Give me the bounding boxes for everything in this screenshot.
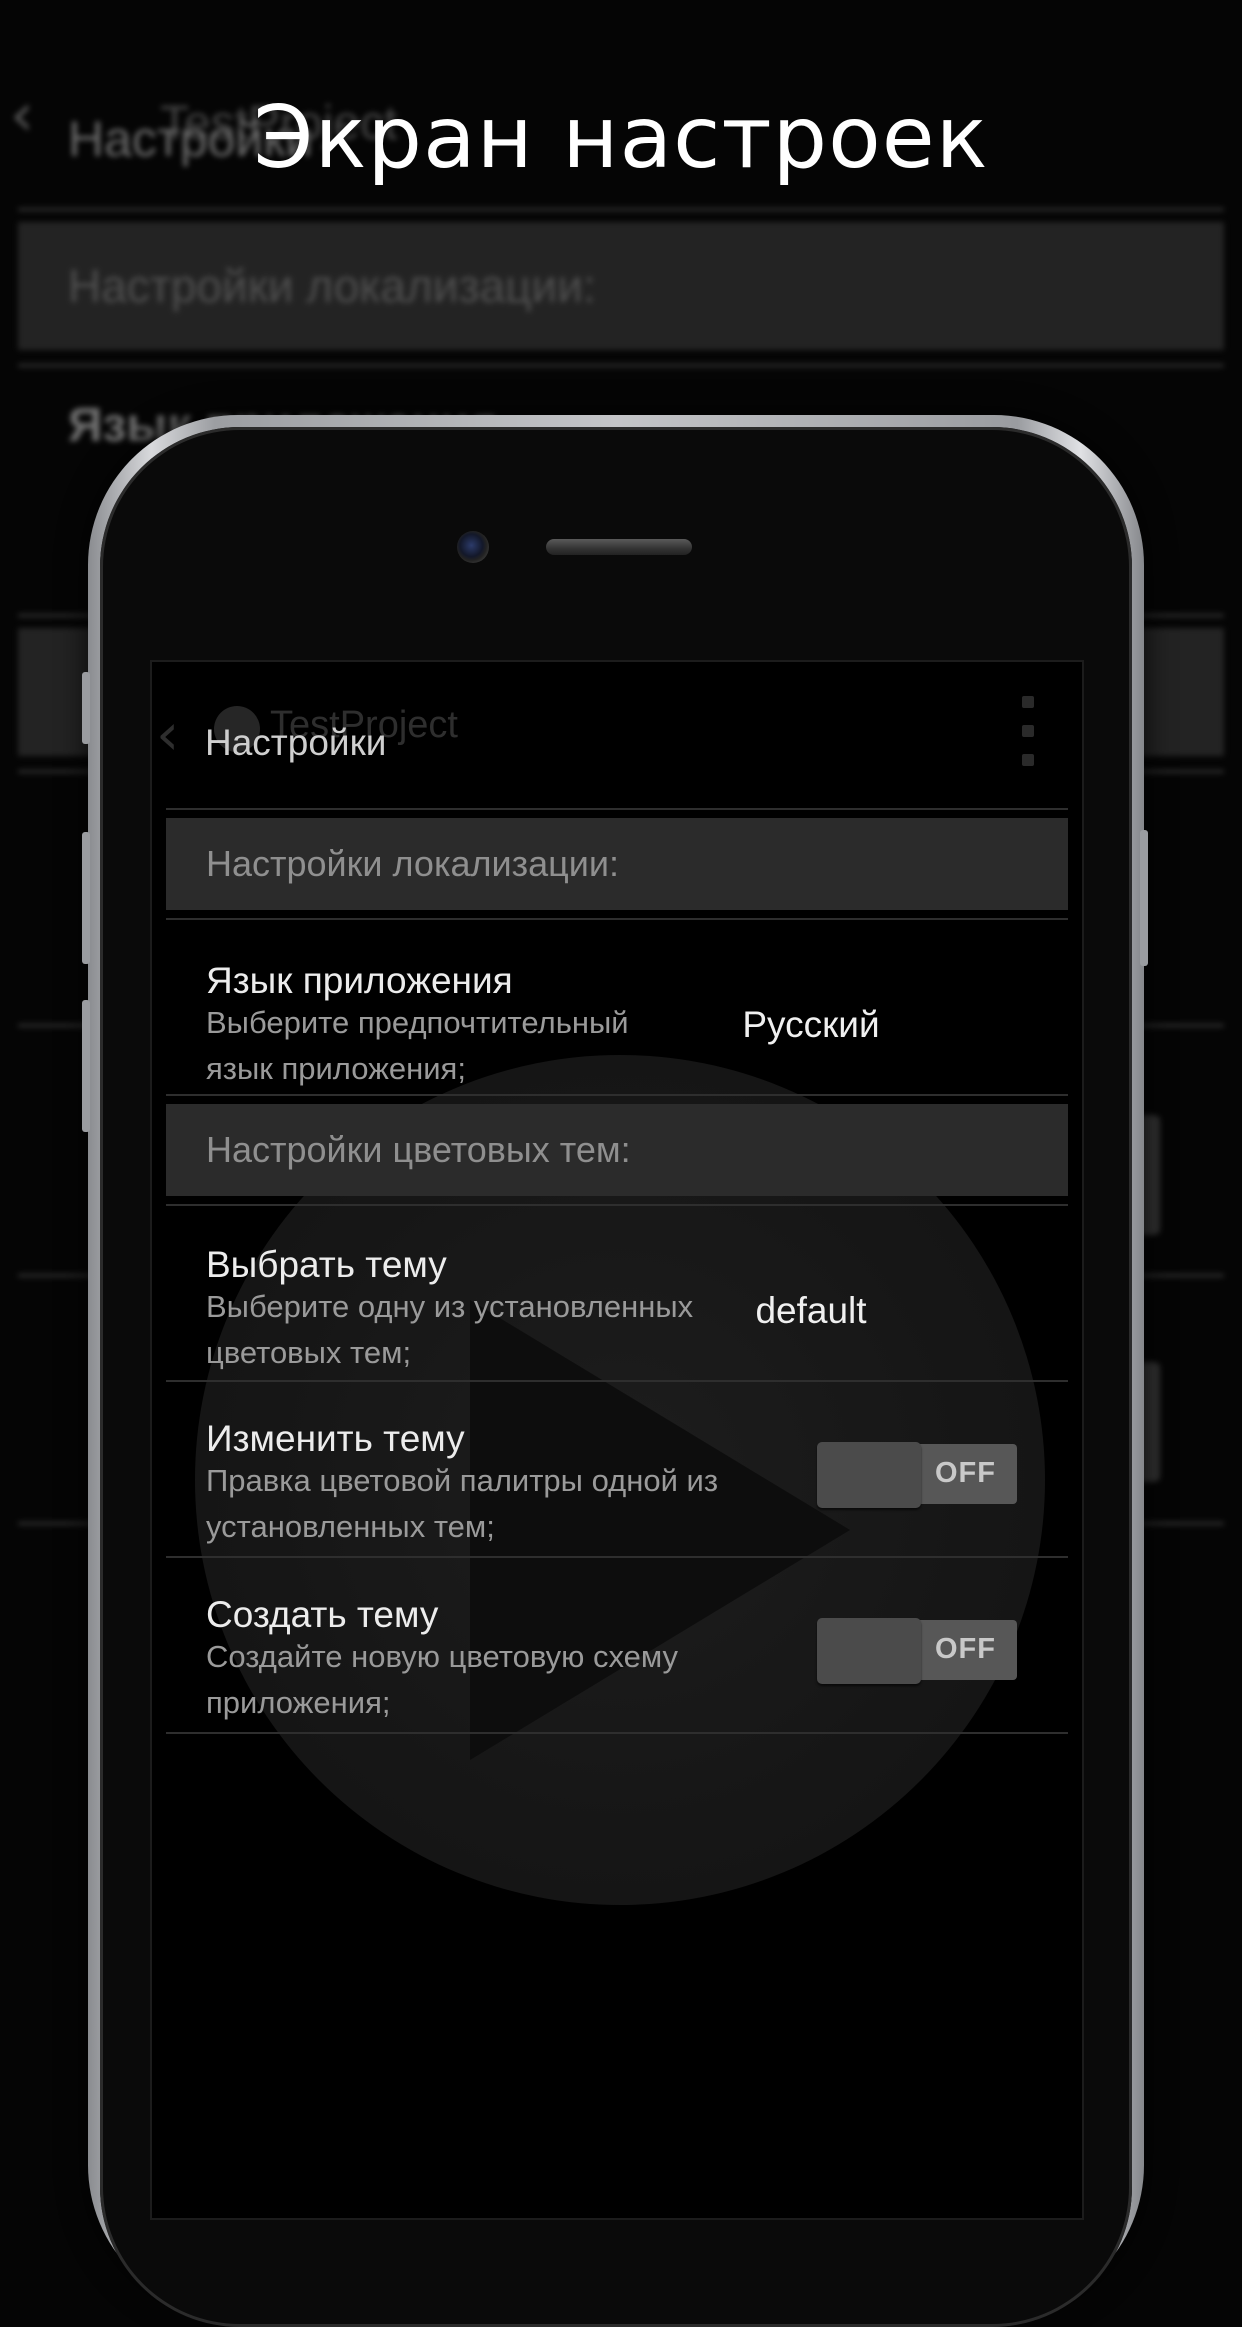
app-bar: ‹ TestProject Настройки [150, 660, 1084, 808]
front-camera-icon [457, 531, 489, 563]
screen-title: Настройки [205, 722, 387, 763]
setting-language-subtitle: Выберите предпочтительный язык приложени… [206, 1005, 629, 1086]
setting-choose-theme-title: Выбрать тему [206, 1244, 447, 1285]
setting-create-theme[interactable]: Создать тему Создайте новую цветовую схе… [166, 1558, 1068, 1730]
section-localization: Настройки локализации: [166, 818, 1068, 910]
divider [166, 1094, 1068, 1096]
bg-divider [18, 208, 1224, 211]
edit-theme-toggle[interactable]: OFF [817, 1442, 1019, 1508]
device-screen: ‹ TestProject Настройки Настройки локали… [150, 660, 1084, 2220]
setting-choose-theme[interactable]: Выбрать тему Выберите одну из установлен… [166, 1206, 1068, 1378]
divider [166, 1732, 1068, 1734]
setting-language-title: Язык приложения [206, 960, 513, 1001]
setting-language[interactable]: Язык приложения Выберите предпочтительны… [166, 920, 1068, 1092]
setting-create-theme-subtitle: Создайте новую цветовую схему приложения… [206, 1639, 679, 1720]
section-themes: Настройки цветовых тем: [166, 1104, 1068, 1196]
volume-down-button [82, 1000, 90, 1132]
page-title: Экран настроек [253, 88, 989, 188]
setting-language-value[interactable]: Русский [686, 1004, 936, 1046]
bg-section-localization: Настройки локализации: [18, 222, 1224, 350]
toggle-thumb [817, 1618, 921, 1684]
setting-create-theme-title: Создать тему [206, 1594, 439, 1635]
toggle-state-label: OFF [935, 1633, 996, 1665]
setting-choose-theme-value[interactable]: default [686, 1290, 936, 1332]
mute-switch [82, 672, 90, 744]
setting-edit-theme-title: Изменить тему [206, 1418, 465, 1459]
earpiece-speaker [546, 539, 692, 555]
create-theme-toggle[interactable]: OFF [817, 1618, 1019, 1684]
setting-edit-theme-subtitle: Правка цветовой палитры одной из установ… [206, 1463, 719, 1544]
toggle-state-label: OFF [935, 1457, 996, 1489]
setting-edit-theme[interactable]: Изменить тему Правка цветовой палитры од… [166, 1382, 1068, 1554]
toggle-thumb [817, 1442, 921, 1508]
overflow-menu-icon[interactable] [1022, 696, 1034, 766]
back-icon[interactable]: ‹ [156, 700, 179, 768]
divider [166, 808, 1068, 810]
bg-divider [18, 364, 1224, 367]
power-button [1140, 830, 1148, 966]
volume-up-button [82, 832, 90, 964]
setting-choose-theme-subtitle: Выберите одну из установленных цветовых … [206, 1289, 694, 1370]
